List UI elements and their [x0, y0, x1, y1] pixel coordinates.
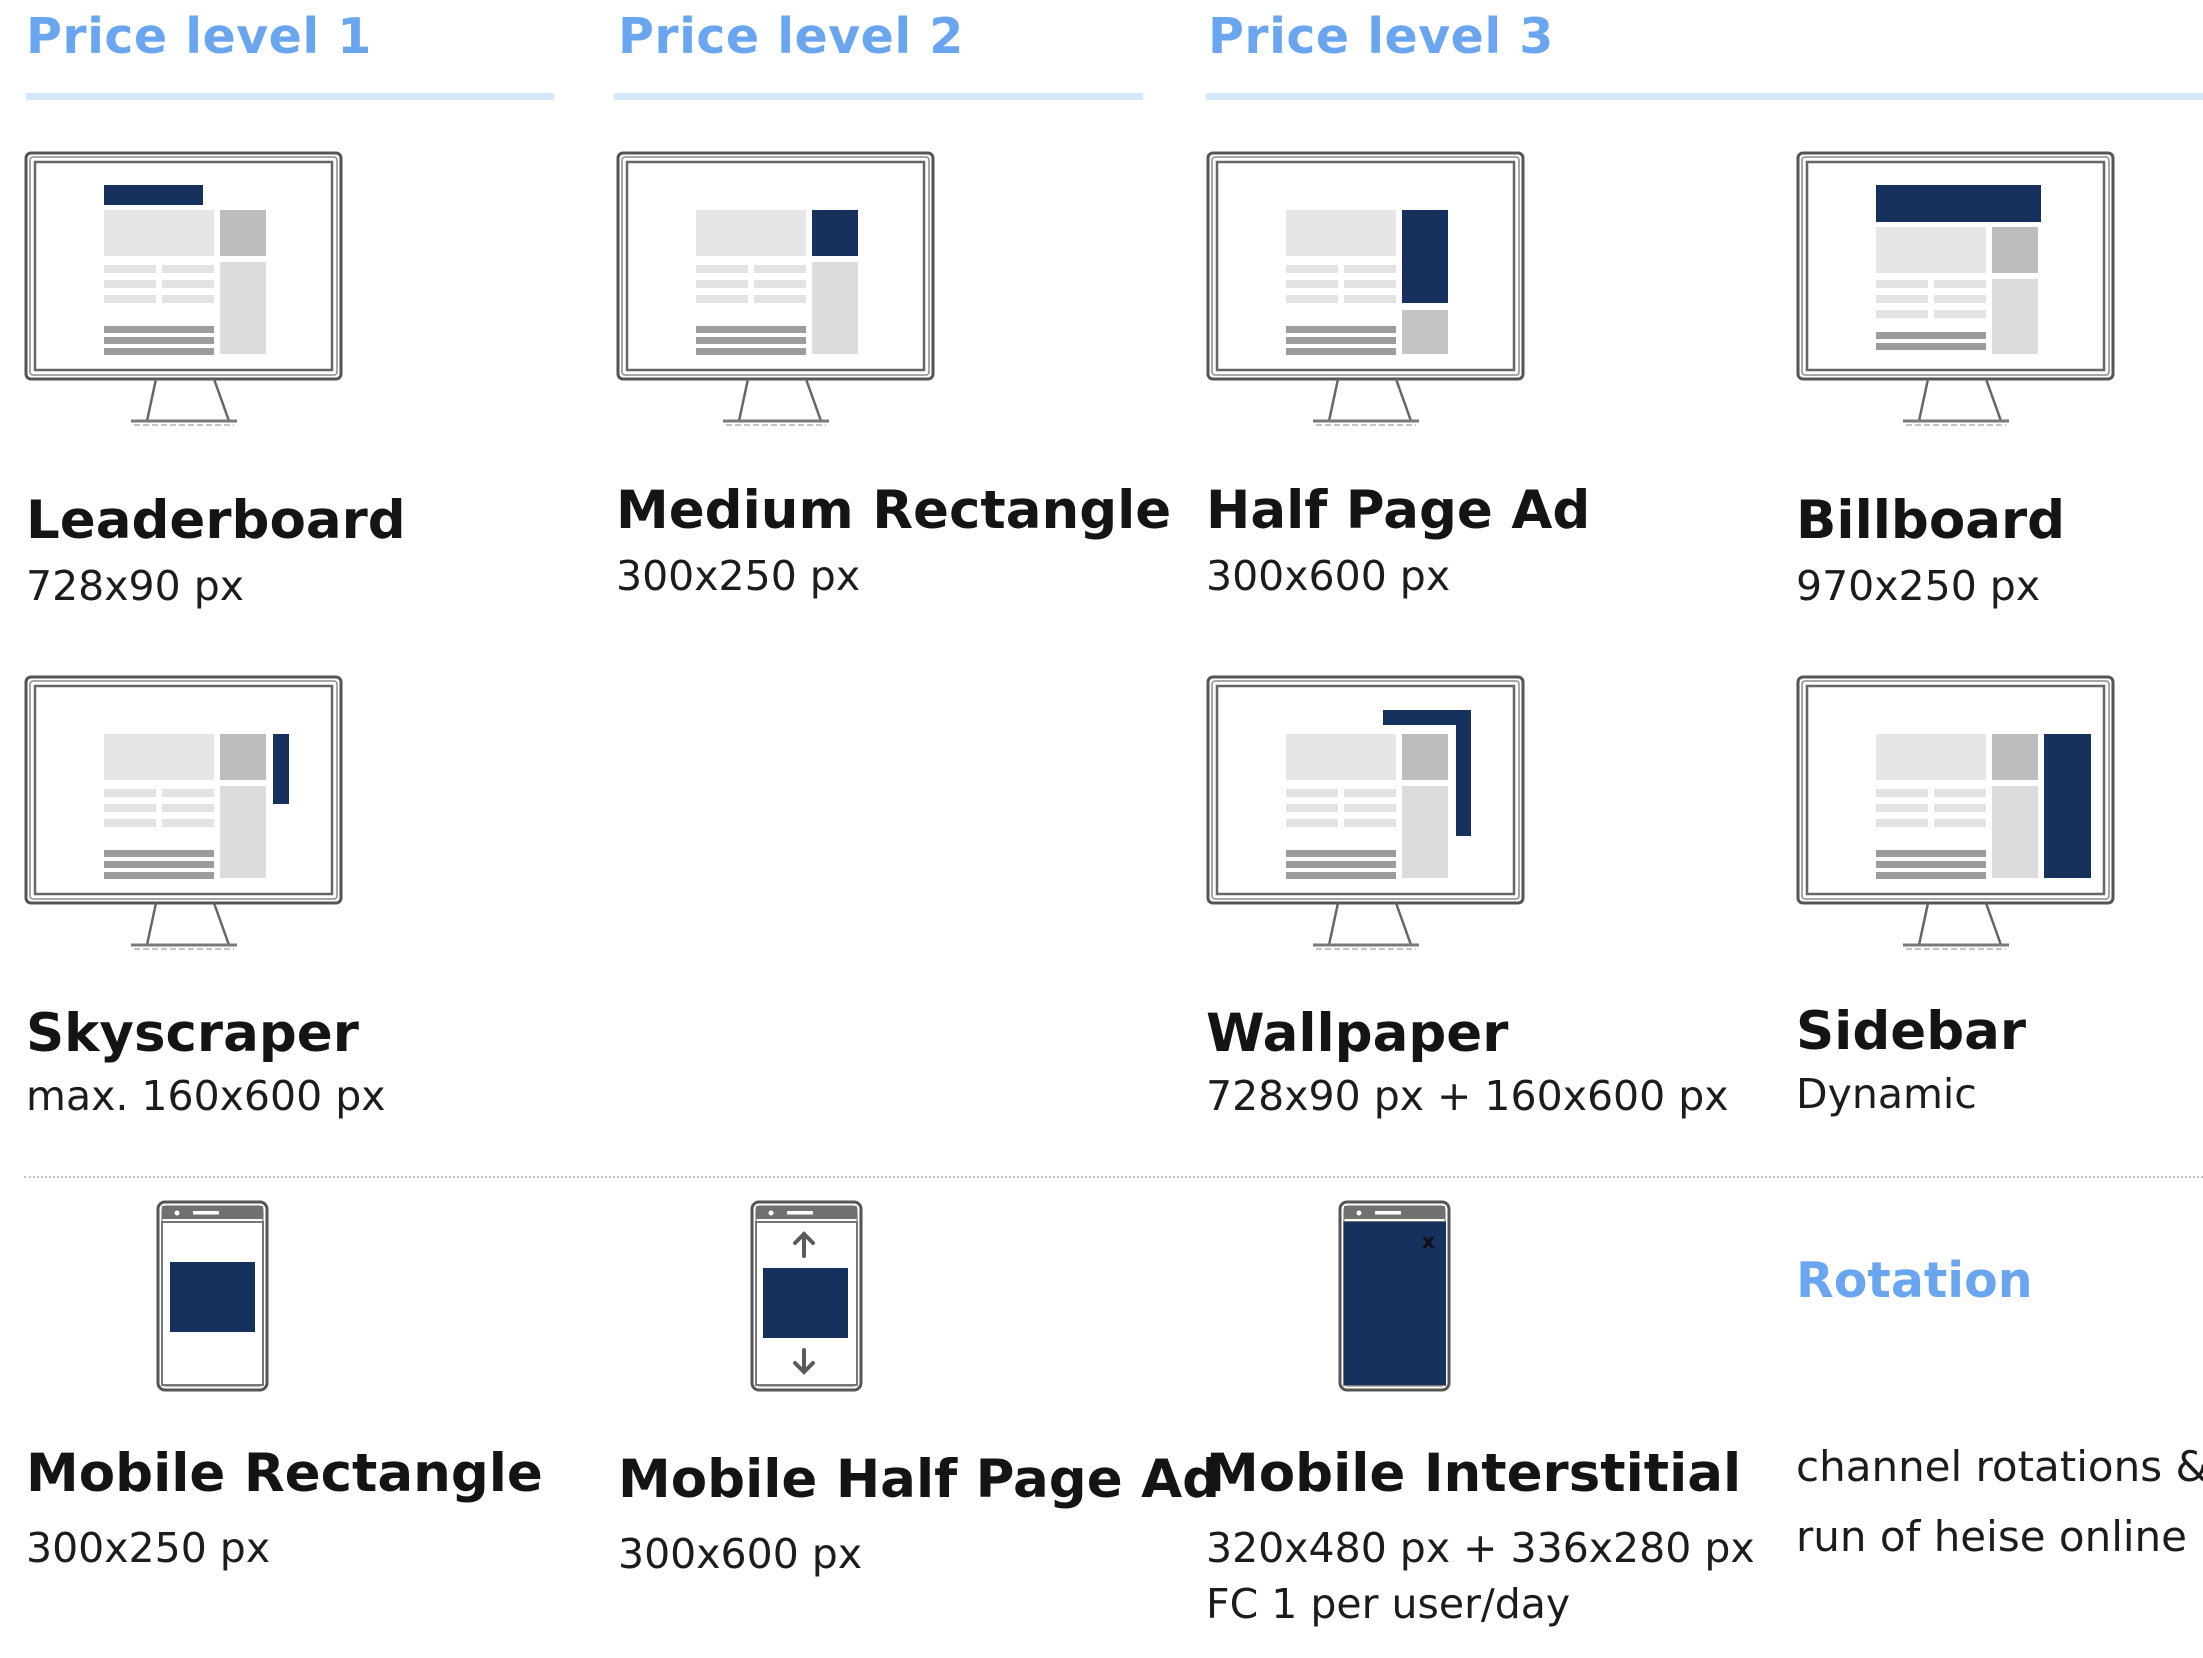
leaderboard-size: 728x90 px: [26, 562, 245, 610]
billboard-ad-slot: [1876, 185, 2041, 222]
wallpaper-name: Wallpaper: [1206, 1003, 1509, 1064]
billboard-size: 970x250 px: [1796, 562, 2041, 610]
sidebar-monitor-icon: [1796, 675, 2115, 951]
medium-rectangle-name: Medium Rectangle: [616, 480, 1172, 541]
sidebar-ad-slot: [2044, 734, 2091, 878]
price-level-3-title: Price level 3: [1208, 8, 1554, 65]
mobile-interstitial-smartphone-icon: x: [1338, 1200, 1451, 1392]
medium-rectangle-size: 300x250 px: [616, 552, 861, 600]
price-level-1-title: Price level 1: [26, 8, 372, 65]
skyscraper-size: max. 160x600 px: [26, 1072, 386, 1120]
sidebar-size: Dynamic: [1796, 1070, 1977, 1118]
medium-rectangle-ad-slot: [812, 210, 858, 256]
rotation-line-2: run of heise online: [1796, 1512, 2188, 1561]
skyscraper-name: Skyscraper: [26, 1003, 359, 1064]
rotation-title: Rotation: [1796, 1252, 2033, 1309]
skyscraper-monitor-icon: [24, 675, 343, 951]
section-divider: [24, 1176, 2203, 1178]
mobile-rectangle-name: Mobile Rectangle: [26, 1443, 543, 1504]
mobile-half-page-ad-slot: [763, 1268, 848, 1338]
skyscraper-ad-slot: [273, 734, 289, 804]
price-level-2-rule: [614, 93, 1143, 100]
billboard-name: Billboard: [1796, 490, 2066, 551]
half-page-ad-size: 300x600 px: [1206, 552, 1451, 600]
half-page-ad-name: Half Page Ad: [1206, 480, 1591, 541]
leaderboard-name: Leaderboard: [26, 490, 406, 551]
price-level-1-rule: [26, 93, 554, 100]
billboard-monitor-icon: [1796, 151, 2115, 427]
rotation-line-1: channel rotations &: [1796, 1442, 2203, 1491]
mobile-rectangle-smartphone-icon: [156, 1200, 269, 1392]
mobile-half-page-ad-name: Mobile Half Page Ad: [618, 1449, 1221, 1510]
price-level-3-rule: [1206, 93, 2203, 100]
half-page-ad-slot: [1402, 210, 1448, 303]
mobile-half-page-ad-size: 300x600 px: [618, 1530, 863, 1578]
mobile-interstitial-size: 320x480 px + 336x280 px: [1206, 1524, 1755, 1572]
half-page-ad-monitor-icon: [1206, 151, 1525, 427]
mobile-interstitial-name: Mobile Interstitial: [1206, 1443, 1742, 1504]
leaderboard-monitor-icon: [24, 151, 343, 427]
mobile-interstitial-frequency: FC 1 per user/day: [1206, 1580, 1571, 1628]
sidebar-name: Sidebar: [1796, 1001, 2027, 1062]
leaderboard-ad-slot: [104, 185, 203, 205]
mobile-half-page-smartphone-icon: [750, 1200, 863, 1392]
medium-rectangle-monitor-icon: [616, 151, 935, 427]
price-level-2-title: Price level 2: [618, 8, 964, 65]
wallpaper-size: 728x90 px + 160x600 px: [1206, 1072, 1729, 1120]
wallpaper-monitor-icon: [1206, 675, 1525, 951]
mobile-rectangle-size: 300x250 px: [26, 1524, 271, 1572]
mobile-rectangle-ad-slot: [170, 1262, 255, 1332]
close-icon[interactable]: x: [1422, 1229, 1435, 1253]
